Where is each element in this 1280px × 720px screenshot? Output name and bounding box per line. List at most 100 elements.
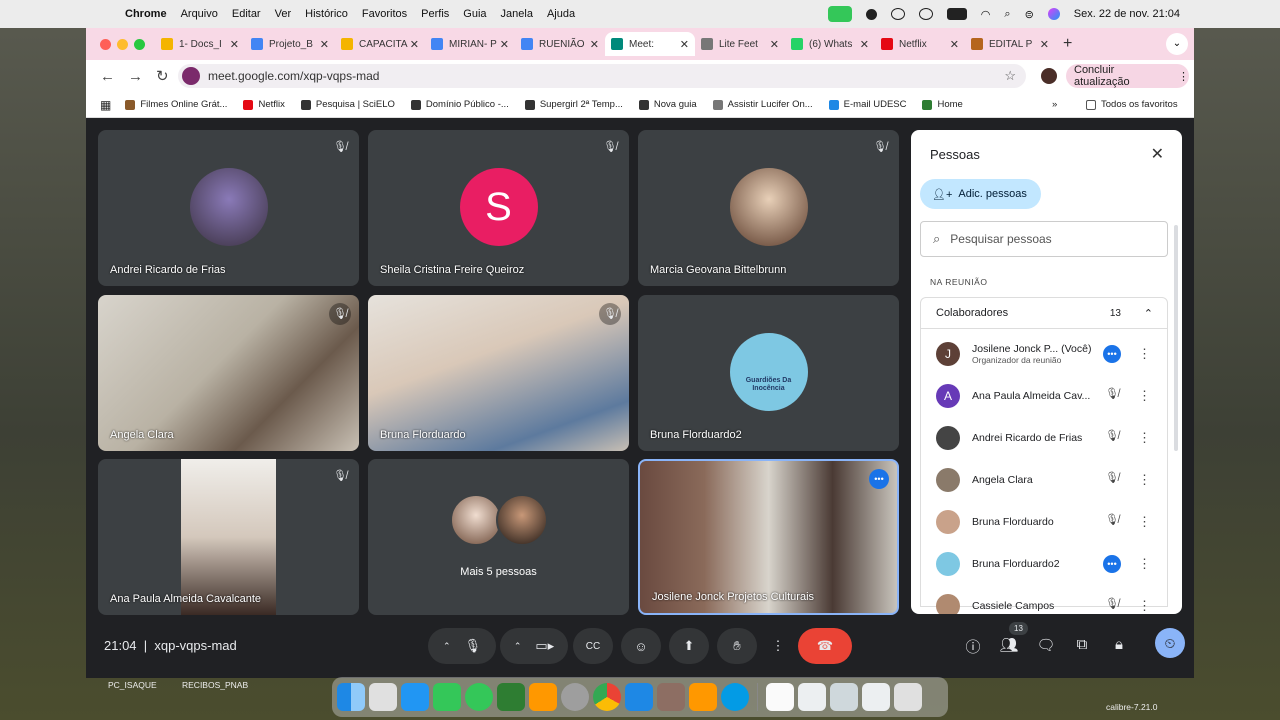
- more-vert-icon[interactable]: ⋮: [1138, 430, 1151, 446]
- close-tab-icon[interactable]: ✕: [1040, 38, 1049, 51]
- menu-app[interactable]: Chrome: [125, 8, 167, 20]
- info-icon[interactable]: ⓘ: [963, 636, 983, 657]
- bookmark-5[interactable]: Nova guia: [638, 99, 697, 110]
- record-icon[interactable]: [865, 8, 877, 20]
- close-tab-icon[interactable]: ✕: [410, 38, 419, 51]
- participant-tile[interactable]: 🎙︎̸ Andrei Ricardo de Frias: [98, 130, 359, 286]
- tab-4[interactable]: RUENIÃO ✕: [515, 32, 605, 56]
- close-tab-icon[interactable]: ✕: [500, 38, 509, 51]
- minimize-window-button[interactable]: [117, 38, 128, 50]
- menu-ver[interactable]: Ver: [275, 8, 292, 20]
- clock-datetime[interactable]: Sex. 22 de nov. 21:04: [1074, 8, 1180, 20]
- desktop-app-label[interactable]: calibre-7.21.0: [1106, 702, 1158, 712]
- ibooks-icon[interactable]: [689, 683, 717, 711]
- add-people-button[interactable]: 👤︎+ Adic. pessoas: [920, 179, 1041, 209]
- tab-3[interactable]: MIRIAN- P ✕: [425, 32, 515, 56]
- chevron-up-icon[interactable]: ⌃: [443, 641, 451, 652]
- participant-row[interactable]: J Josilene Jonck P... (Você) Organizador d…: [921, 333, 1169, 375]
- spotlight-icon[interactable]: ⌕: [1004, 8, 1010, 21]
- more-participants-tile[interactable]: Mais 5 pessoas: [368, 459, 629, 615]
- site-info-icon[interactable]: [182, 67, 200, 85]
- chat-icon[interactable]: 🗨︎: [1036, 636, 1056, 654]
- siri-icon[interactable]: [1047, 8, 1060, 20]
- more-vert-icon[interactable]: ⋮: [1138, 556, 1151, 572]
- participant-video-tile[interactable]: 🎙︎̸ Ana Paula Almeida Cavalcante: [98, 459, 359, 615]
- numbers-icon[interactable]: [497, 683, 525, 711]
- people-icon[interactable]: 👥︎: [999, 636, 1019, 654]
- zoom-window-button[interactable]: [134, 38, 145, 50]
- address-bar[interactable]: meet.google.com/xqp-vqps-mad ☆: [178, 64, 1026, 88]
- close-tab-icon[interactable]: ✕: [770, 38, 779, 51]
- bookmark-7[interactable]: E-mail UDESC: [828, 99, 906, 110]
- more-options-button[interactable]: ⋮: [766, 628, 790, 664]
- apps-grid-icon[interactable]: ▦: [100, 98, 111, 112]
- menu-editar[interactable]: Editar: [232, 8, 261, 20]
- reactions-button[interactable]: ☺: [621, 628, 661, 664]
- safari-icon[interactable]: [721, 683, 749, 711]
- battery-icon[interactable]: [946, 8, 967, 20]
- messages-icon[interactable]: [465, 683, 493, 711]
- participant-video-tile[interactable]: 🎙︎̸ Bruna Florduardo: [368, 295, 629, 451]
- raise-hand-button[interactable]: ✋︎: [717, 628, 757, 664]
- desktop-folder-label[interactable]: PC_ISAQUE: [108, 680, 157, 690]
- bookmark-star-icon[interactable]: ☆: [1004, 68, 1016, 84]
- close-tab-icon[interactable]: ✕: [950, 38, 959, 51]
- search-people-input[interactable]: ⌕ Pesquisar pessoas: [920, 221, 1168, 257]
- mic-icon[interactable]: 🎙︎: [465, 638, 482, 654]
- update-button[interactable]: Concluir atualização ⋮: [1066, 64, 1189, 88]
- more-options-icon[interactable]: •••: [869, 469, 889, 489]
- menu-guia[interactable]: Guia: [463, 8, 486, 20]
- control-icon[interactable]: [890, 8, 905, 20]
- menu-historico[interactable]: Histórico: [305, 8, 348, 20]
- menu-arquivo[interactable]: Arquivo: [181, 8, 218, 20]
- present-button[interactable]: ⬆: [669, 628, 709, 664]
- participant-tile[interactable]: S 🎙︎̸ Sheila Cristina Freire Queiroz: [368, 130, 629, 286]
- document-icon[interactable]: [830, 683, 858, 711]
- participant-row[interactable]: Bruna Florduardo2 ••• ⋮: [921, 543, 1169, 585]
- close-tab-icon[interactable]: ✕: [590, 38, 599, 51]
- trash-icon[interactable]: [894, 683, 922, 711]
- participant-video-tile[interactable]: 🎙︎̸ Angela Clara: [98, 295, 359, 451]
- tab-9[interactable]: EDITAL P ✕: [965, 32, 1055, 56]
- back-button[interactable]: ←: [100, 68, 115, 85]
- control-center-icon[interactable]: ⊜: [1025, 8, 1034, 21]
- tab-6[interactable]: Lite Feet ✕: [695, 32, 785, 56]
- finder-icon[interactable]: [337, 683, 365, 711]
- bookmark-2[interactable]: Pesquisa | SciELO: [300, 99, 395, 110]
- bookmark-0[interactable]: Filmes Online Grát...: [125, 99, 227, 110]
- menu-ajuda[interactable]: Ajuda: [547, 8, 575, 20]
- menu-kebab-icon[interactable]: ⋮: [1178, 70, 1189, 83]
- mail-icon[interactable]: [401, 683, 429, 711]
- close-icon[interactable]: ✕: [1151, 144, 1164, 164]
- tab-7[interactable]: (6) Whats ✕: [785, 32, 875, 56]
- new-tab-button[interactable]: +: [1063, 35, 1072, 53]
- participant-row[interactable]: Andrei Ricardo de Frias 🎙︎̸ ⋮: [921, 417, 1169, 459]
- more-options-icon[interactable]: •••: [1103, 345, 1121, 363]
- more-vert-icon[interactable]: ⋮: [1138, 514, 1151, 530]
- forward-button[interactable]: →: [128, 68, 143, 85]
- tab-5[interactable]: Meet: ✕: [605, 32, 695, 56]
- menu-favoritos[interactable]: Favoritos: [362, 8, 407, 20]
- close-tab-icon[interactable]: ✕: [680, 38, 689, 51]
- tab-8[interactable]: Netflix ✕: [875, 32, 965, 56]
- participant-tile[interactable]: Guardiões Da Inocência Bruna Florduardo2: [638, 295, 899, 451]
- profile-avatar[interactable]: [1041, 68, 1057, 84]
- bookmark-1[interactable]: Netflix: [243, 99, 285, 110]
- pages-icon[interactable]: [529, 683, 557, 711]
- document-icon[interactable]: [766, 683, 794, 711]
- launchpad-icon[interactable]: [369, 683, 397, 711]
- all-favorites[interactable]: Todos os favoritos: [1086, 99, 1178, 110]
- bookmark-3[interactable]: Domínio Público -...: [410, 99, 509, 110]
- document-icon[interactable]: [862, 683, 890, 711]
- keynote-icon[interactable]: [625, 683, 653, 711]
- captions-button[interactable]: CC: [573, 628, 613, 664]
- desktop-folder-label[interactable]: RECIBOS_PNAB: [182, 680, 248, 690]
- participant-row[interactable]: A Ana Paula Almeida Cav... 🎙︎̸ ⋮: [921, 375, 1169, 417]
- leave-call-button[interactable]: ☎: [798, 628, 852, 664]
- chevron-up-icon[interactable]: ⌃: [1144, 307, 1153, 320]
- participant-row[interactable]: Angela Clara 🎙︎̸ ⋮: [921, 459, 1169, 501]
- more-options-icon[interactable]: •••: [1103, 555, 1121, 573]
- document-icon[interactable]: [798, 683, 826, 711]
- camera-icon[interactable]: ▭▸: [535, 638, 554, 654]
- reload-button[interactable]: ↻: [156, 67, 170, 85]
